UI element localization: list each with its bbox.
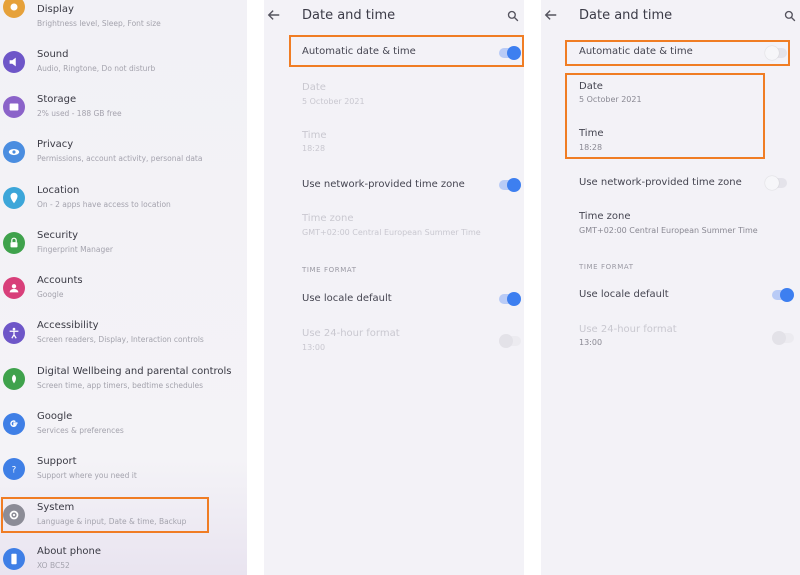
use-24-hour-value: 13:00	[579, 338, 603, 347]
use-24-hour-toggle	[499, 334, 521, 348]
settings-item-title: About phone	[37, 546, 102, 557]
settings-item-subtitle: Brightness level, Sleep, Font size	[37, 19, 161, 28]
automatic-date-time-highlight	[565, 40, 790, 66]
settings-item-title: Digital Wellbeing and parental controls	[37, 366, 232, 377]
settings-item-title: Privacy	[37, 139, 74, 150]
use-24-hour-value: 13:00	[302, 343, 326, 352]
date-label: Date	[302, 82, 326, 93]
use-24-hour-label: Use 24-hour format	[579, 324, 677, 335]
settings-item-subtitle: Permissions, account activity, personal …	[37, 154, 203, 163]
settings-item-privacy[interactable]: Privacy Permissions, account activity, p…	[0, 139, 247, 184]
settings-item-about-phone[interactable]: About phone XO BC52	[0, 546, 247, 575]
svg-text:?: ?	[12, 466, 17, 476]
use-24-hour-label: Use 24-hour format	[302, 328, 400, 339]
locale-default-label: Use locale default	[579, 289, 669, 300]
settings-item-subtitle: XO BC52	[37, 561, 70, 570]
settings-item-title: Display	[37, 4, 74, 15]
date-time-highlight	[565, 73, 765, 159]
network-timezone-toggle[interactable]	[499, 178, 521, 192]
security-icon	[3, 232, 25, 254]
time-value: 18:28	[302, 144, 326, 153]
settings-item-subtitle: Screen readers, Display, Interaction con…	[37, 335, 204, 344]
section-time-format: TIME FORMAT	[579, 263, 634, 271]
use-24-hour-toggle	[772, 331, 794, 345]
settings-item-accounts[interactable]: Accounts Google	[0, 275, 247, 320]
settings-item-title: Support	[37, 456, 77, 467]
locale-default-toggle[interactable]	[772, 288, 794, 302]
about-phone-icon	[3, 548, 25, 570]
timezone-label: Time zone	[579, 211, 631, 222]
section-time-format: TIME FORMAT	[302, 266, 357, 274]
search-icon[interactable]	[784, 10, 796, 22]
sound-icon	[3, 51, 25, 73]
wellbeing-icon	[3, 368, 25, 390]
settings-item-digital-wellbeing[interactable]: Digital Wellbeing and parental controls …	[0, 366, 247, 411]
back-arrow-icon[interactable]	[544, 8, 558, 22]
settings-item-title: Location	[37, 185, 80, 196]
settings-item-title: Security	[37, 230, 79, 241]
settings-item-title: Sound	[37, 49, 69, 60]
settings-item-subtitle: 2% used - 188 GB free	[37, 109, 122, 118]
back-arrow-icon[interactable]	[267, 8, 281, 22]
date-value: 5 October 2021	[302, 97, 365, 106]
settings-item-security[interactable]: Security Fingerprint Manager	[0, 230, 247, 275]
storage-icon	[3, 96, 25, 118]
network-timezone-label: Use network-provided time zone	[579, 177, 742, 188]
settings-list-panel: Display Brightness level, Sleep, Font si…	[0, 0, 247, 575]
settings-item-title: Accessibility	[37, 320, 99, 331]
settings-item-sound[interactable]: Sound Audio, Ringtone, Do not disturb	[0, 49, 247, 94]
network-timezone-label: Use network-provided time zone	[302, 179, 465, 190]
settings-item-subtitle: Audio, Ringtone, Do not disturb	[37, 64, 156, 73]
display-icon	[3, 0, 25, 18]
page-title: Date and time	[302, 8, 396, 23]
page-title: Date and time	[579, 8, 673, 23]
settings-item-subtitle: Screen time, app timers, bedtime schedul…	[37, 381, 204, 390]
locale-default-toggle[interactable]	[499, 292, 521, 306]
settings-item-title: Accounts	[37, 275, 83, 286]
locale-default-label: Use locale default	[302, 293, 392, 304]
google-icon	[3, 413, 25, 435]
support-icon: ?	[3, 458, 25, 480]
search-icon[interactable]	[507, 10, 519, 22]
timezone-value: GMT+02:00 Central European Summer Time	[302, 228, 481, 237]
settings-item-location[interactable]: Location On - 2 apps have access to loca…	[0, 185, 247, 230]
settings-item-subtitle: Support where you need it	[37, 471, 137, 480]
settings-item-title: Google	[37, 411, 73, 422]
timezone-value: GMT+02:00 Central European Summer Time	[579, 226, 758, 235]
settings-item-subtitle: Services & preferences	[37, 426, 124, 435]
settings-item-subtitle: On - 2 apps have access to location	[37, 200, 171, 209]
accounts-icon	[3, 277, 25, 299]
date-time-panel-before: Date and time Automatic date & time Date…	[264, 0, 524, 575]
settings-item-display[interactable]: Display Brightness level, Sleep, Font si…	[0, 0, 247, 47]
accessibility-icon	[3, 322, 25, 344]
settings-item-subtitle: Fingerprint Manager	[37, 245, 113, 254]
settings-item-subtitle: Google	[37, 290, 64, 299]
automatic-date-time-highlight	[289, 35, 524, 67]
location-icon	[3, 187, 25, 209]
settings-item-title: Storage	[37, 94, 77, 105]
settings-item-google[interactable]: Google Services & preferences	[0, 411, 247, 456]
date-time-panel-after: Date and time Automatic date & time Date…	[541, 0, 800, 575]
settings-item-accessibility[interactable]: Accessibility Screen readers, Display, I…	[0, 320, 247, 365]
timezone-label: Time zone	[302, 213, 354, 224]
privacy-icon	[3, 141, 25, 163]
settings-item-support[interactable]: ? Support Support where you need it	[0, 456, 247, 501]
network-timezone-toggle[interactable]	[765, 176, 787, 190]
time-label: Time	[302, 130, 327, 141]
system-highlight-box	[1, 497, 209, 533]
settings-item-storage[interactable]: Storage 2% used - 188 GB free	[0, 94, 247, 139]
